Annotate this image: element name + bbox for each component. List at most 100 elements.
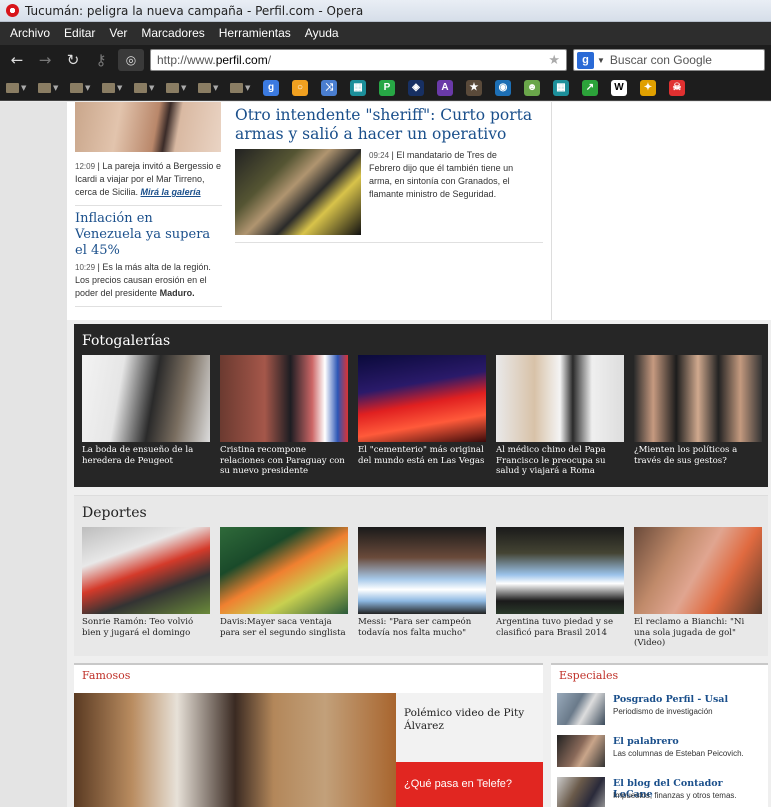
forward-button[interactable]: →: [34, 49, 56, 71]
site-info-globe-icon[interactable]: ◎: [118, 49, 144, 71]
wedding-photo[interactable]: [82, 355, 210, 442]
gallery-card[interactable]: Al médico chino del Papa Francisco le pr…: [496, 355, 624, 477]
left-news-1: 12:09 | La pareja invitó a Bergessio e I…: [75, 161, 221, 197]
telefe-promo-label[interactable]: ¿Qué pasa en Telefe?: [396, 762, 543, 790]
fotogalerias-section: Fotogalerías La boda de ensueño de la he…: [74, 324, 768, 487]
frog-icon[interactable]: ☻: [524, 79, 540, 96]
especial-title[interactable]: El palabrero: [613, 736, 679, 747]
sports-caption[interactable]: Davis:Mayer saca ventaja para ser el seg…: [220, 617, 348, 638]
gallery-caption[interactable]: El "cementerio" más original del mundo e…: [358, 445, 486, 466]
sports-card[interactable]: Sonrie Ramón: Teo volvió bien y jugará e…: [82, 527, 210, 638]
back-button[interactable]: ←: [6, 49, 28, 71]
chevron-down-icon: ▼: [149, 83, 155, 92]
gallery-caption[interactable]: Al médico chino del Papa Francisco le pr…: [496, 445, 624, 477]
messi-photo[interactable]: [358, 527, 486, 614]
orange-circle-icon[interactable]: ○: [292, 79, 308, 96]
search-input[interactable]: g ▼ Buscar con Google: [573, 49, 765, 71]
curto-photo[interactable]: [235, 149, 361, 235]
divider: [75, 205, 222, 206]
bookmark-folder[interactable]: ▼: [134, 82, 162, 93]
gallery-caption[interactable]: La boda de ensueño de la heredera de Peu…: [82, 445, 210, 466]
couple-beach-photo[interactable]: [75, 102, 221, 152]
opera-window: Tucumán: peligra la nueva campaña - Perf…: [0, 0, 771, 807]
telefe-promo[interactable]: ¿Qué pasa en Telefe?: [396, 762, 543, 807]
bianchi-video-photo[interactable]: [634, 527, 762, 614]
curto-headline[interactable]: Otro intendente "sheriff": Curto porta a…: [235, 106, 543, 144]
p-icon[interactable]: P: [379, 79, 395, 96]
gallery-card[interactable]: El "cementerio" más original del mundo e…: [358, 355, 486, 466]
especial-item[interactable]: El blog del Contador LoCane Impuestos, f…: [557, 777, 763, 807]
sports-caption[interactable]: Sonrie Ramón: Teo volvió bien y jugará e…: [82, 617, 210, 638]
menu-ayuda[interactable]: Ayuda: [298, 22, 346, 45]
window-controls[interactable]: [737, 3, 765, 19]
famosos-headline-box[interactable]: Polémico video de Pity Álvarez: [396, 693, 543, 762]
especial-desc: Periodismo de investigación: [613, 707, 713, 716]
famosos-headline[interactable]: Polémico video de Pity Álvarez: [396, 693, 543, 733]
bookmark-folder[interactable]: ▼: [70, 82, 98, 93]
ar-icon[interactable]: A: [437, 79, 453, 96]
menu-marcadores[interactable]: Marcadores: [134, 22, 211, 45]
page-icon[interactable]: ▦: [350, 79, 366, 96]
gallery-card[interactable]: ¿Mienten los políticos a través de sus g…: [634, 355, 762, 466]
especial-title[interactable]: Posgrado Perfil - Usal: [613, 694, 728, 705]
palabrero-thumb[interactable]: [557, 735, 605, 767]
page-viewport[interactable]: 12:09 | La pareja invitó a Bergessio e I…: [0, 102, 771, 807]
argentina-team-photo[interactable]: [496, 527, 624, 614]
torch-icon[interactable]: ✦: [640, 79, 656, 96]
menu-ver[interactable]: Ver: [102, 22, 134, 45]
mayer-tennis-photo[interactable]: [220, 527, 348, 614]
gallery-card[interactable]: La boda de ensueño de la heredera de Peu…: [82, 355, 210, 466]
globe-icon[interactable]: ◉: [495, 79, 511, 96]
news-time: 10:29: [75, 263, 96, 272]
sports-card[interactable]: Messi: "Para ser campeón todavía nos fal…: [358, 527, 486, 638]
gallery-card[interactable]: Cristina recompone relaciones con Paragu…: [220, 355, 348, 477]
bookmark-star-icon[interactable]: ★: [548, 52, 560, 68]
star-box-icon[interactable]: ★: [466, 79, 482, 96]
cristina-paraguay-photo[interactable]: [220, 355, 348, 442]
sports-caption[interactable]: Argentina tuvo piedad y se clasificó par…: [496, 617, 624, 638]
blue-icon[interactable]: ◈: [408, 79, 424, 96]
reload-button[interactable]: ↻: [62, 49, 84, 71]
sports-caption[interactable]: El reclamo a Bianchi: "Ni una sola jugad…: [634, 617, 762, 649]
especial-item[interactable]: El palabrero Las columnas de Esteban Pei…: [557, 735, 763, 771]
doc-icon[interactable]: ▦: [553, 79, 569, 96]
bookmark-folder[interactable]: ▼: [166, 82, 194, 93]
chevron-down-icon[interactable]: ▼: [597, 56, 605, 65]
gallery-caption[interactable]: Cristina recompone relaciones con Paragu…: [220, 445, 348, 477]
sports-card[interactable]: El reclamo a Bianchi: "Ni una sola jugad…: [634, 527, 762, 649]
politicians-photo[interactable]: [634, 355, 762, 442]
locane-thumb[interactable]: [557, 777, 605, 807]
skull-icon[interactable]: ☠: [669, 79, 685, 96]
wikipedia-icon[interactable]: W: [611, 79, 627, 96]
sports-card[interactable]: Davis:Mayer saca ventaja para ser el seg…: [220, 527, 348, 638]
url-domain: perfil.com: [215, 53, 268, 67]
las-vegas-neon-photo[interactable]: [358, 355, 486, 442]
address-toolbar: ← → ↻ ⚷ ◎ http://www. perfil.com / ★ g ▼ B…: [0, 45, 771, 75]
gallery-link[interactable]: Mirá la galería: [141, 187, 201, 197]
chinese-doctor-photo[interactable]: [496, 355, 624, 442]
especial-item[interactable]: Posgrado Perfil - Usal Periodismo de inv…: [557, 693, 763, 729]
bookmark-folder[interactable]: ▼: [198, 82, 226, 93]
bookmark-folder[interactable]: ▼: [102, 82, 130, 93]
menu-archivo[interactable]: Archivo: [2, 22, 57, 45]
key-icon[interactable]: ⚷: [90, 49, 112, 71]
sports-caption[interactable]: Messi: "Para ser campeón todavía nos fal…: [358, 617, 486, 638]
sports-card[interactable]: Argentina tuvo piedad y se clasificó par…: [496, 527, 624, 638]
venezuela-headline[interactable]: Inflación en Venezuela ya supera el 45%: [75, 211, 222, 259]
menu-herramientas[interactable]: Herramientas: [212, 22, 298, 45]
chevron-down-icon: ▼: [213, 83, 219, 92]
google-search-engine-icon[interactable]: g: [577, 51, 594, 69]
url-input[interactable]: http://www. perfil.com / ★: [150, 49, 567, 71]
gallery-caption[interactable]: ¿Mienten los políticos a través de sus g…: [634, 445, 762, 466]
google-icon[interactable]: g: [263, 79, 279, 96]
pity-alvarez-photo[interactable]: [74, 693, 396, 807]
bookmark-folder[interactable]: ▼: [230, 82, 258, 93]
teo-photo[interactable]: [82, 527, 210, 614]
map-icon[interactable]: ⤨: [321, 79, 337, 96]
posgrado-thumb[interactable]: [557, 693, 605, 725]
arrow-icon[interactable]: ↗: [582, 79, 598, 96]
bookmark-folder[interactable]: ▼: [38, 82, 66, 93]
bookmark-folder[interactable]: ▼: [6, 82, 34, 93]
famosos-title: Famosos: [82, 669, 131, 682]
menu-editar[interactable]: Editar: [57, 22, 102, 45]
